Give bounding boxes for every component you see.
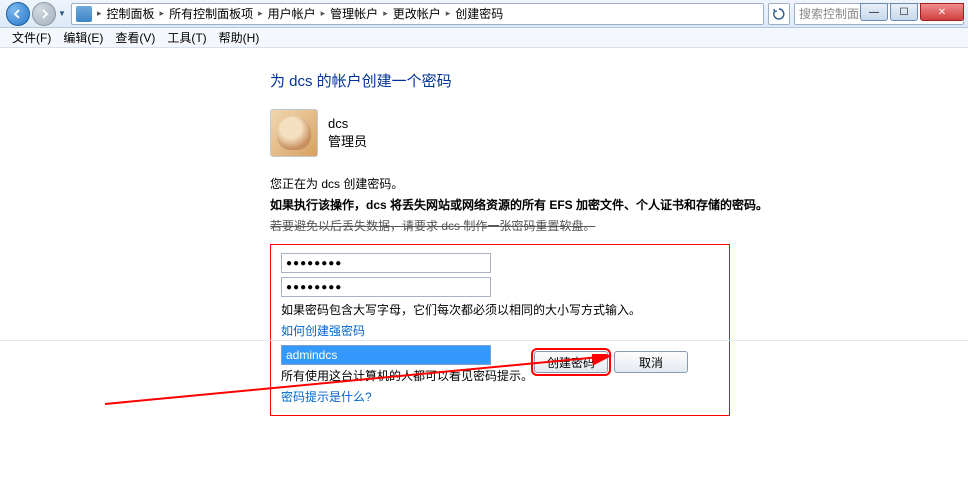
nav-history-dropdown[interactable]: ▼ xyxy=(57,6,67,22)
menubar: 文件(F) 编辑(E) 查看(V) 工具(T) 帮助(H) xyxy=(0,28,968,48)
strong-password-link[interactable]: 如何创建强密码 xyxy=(281,322,365,339)
maximize-button[interactable]: ☐ xyxy=(890,3,918,21)
user-role: 管理员 xyxy=(328,133,367,151)
minimize-button[interactable]: — xyxy=(860,3,888,21)
bc-item[interactable]: 管理帐户 xyxy=(326,5,382,22)
user-name: dcs xyxy=(328,115,367,133)
password-input[interactable] xyxy=(281,253,491,273)
back-button[interactable] xyxy=(6,2,30,26)
password-confirm-input[interactable] xyxy=(281,277,491,297)
create-password-button[interactable]: 创建密码 xyxy=(534,351,608,373)
bc-item[interactable]: 用户帐户 xyxy=(264,5,320,22)
button-row: 创建密码 取消 xyxy=(0,340,968,373)
info-line-warning: 如果执行该操作，dcs 将丢失网站或网络资源的所有 EFS 加密文件、个人证书和… xyxy=(270,196,968,213)
case-note: 如果密码包含大写字母，它们每次都必须以相同的大小写方式输入。 xyxy=(281,301,719,318)
control-panel-icon xyxy=(76,6,92,22)
nav-arrows: ▼ xyxy=(6,2,67,26)
menu-edit[interactable]: 编辑(E) xyxy=(57,27,109,48)
avatar xyxy=(270,109,318,157)
breadcrumb[interactable]: ▸ 控制面板▸ 所有控制面板项▸ 用户帐户▸ 管理帐户▸ 更改帐户▸ 创建密码 xyxy=(71,3,764,25)
bc-item[interactable]: 控制面板 xyxy=(103,5,159,22)
menu-tools[interactable]: 工具(T) xyxy=(161,27,212,48)
menu-help[interactable]: 帮助(H) xyxy=(213,27,266,48)
info-line-strike: 若要避免以后丢失数据，请要求 dcs 制作一张密码重置软盘。 xyxy=(270,217,968,234)
bc-item[interactable]: 更改帐户 xyxy=(389,5,445,22)
window-controls: — ☐ ✕ xyxy=(858,3,964,21)
forward-button[interactable] xyxy=(32,2,56,26)
bc-item[interactable]: 所有控制面板项 xyxy=(165,5,257,22)
menu-view[interactable]: 查看(V) xyxy=(109,27,161,48)
user-tile: dcs 管理员 xyxy=(270,109,968,157)
refresh-button[interactable] xyxy=(768,3,790,25)
user-info: dcs 管理员 xyxy=(328,115,367,151)
close-button[interactable]: ✕ xyxy=(920,3,964,21)
page-title: 为 dcs 的帐户创建一个密码 xyxy=(270,70,968,91)
bc-item[interactable]: 创建密码 xyxy=(451,5,507,22)
cancel-button[interactable]: 取消 xyxy=(614,351,688,373)
window-titlebar: ▼ ▸ 控制面板▸ 所有控制面板项▸ 用户帐户▸ 管理帐户▸ 更改帐户▸ 创建密… xyxy=(0,0,968,28)
hint-help-link[interactable]: 密码提示是什么? xyxy=(281,388,372,405)
menu-file[interactable]: 文件(F) xyxy=(6,27,57,48)
password-form: 如果密码包含大写字母，它们每次都必须以相同的大小写方式输入。 如何创建强密码 所… xyxy=(270,244,730,416)
info-line-1: 您正在为 dcs 创建密码。 xyxy=(270,175,968,192)
